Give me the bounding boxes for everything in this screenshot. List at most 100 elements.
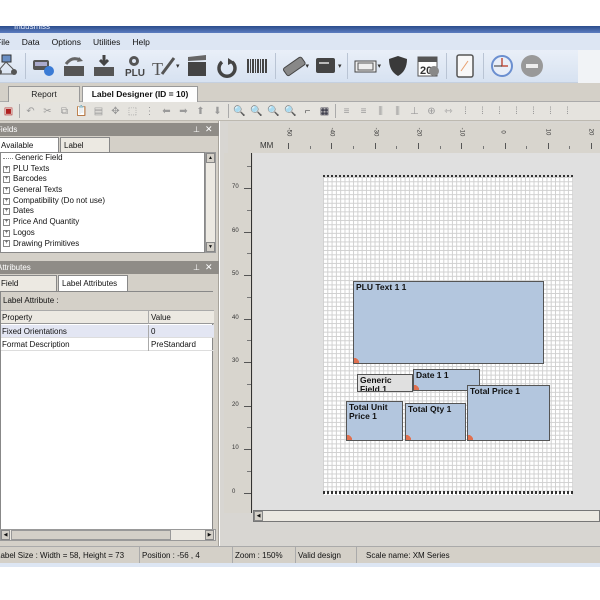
order-front-icon[interactable]: ⁞ <box>561 105 574 118</box>
resize-handle-icon[interactable] <box>347 434 353 440</box>
plu-gear-icon[interactable]: PLU <box>121 53 147 79</box>
total-unit-price-field[interactable]: Total Unit Price 1 <box>346 401 403 441</box>
total-price-field[interactable]: Total Price 1 <box>467 385 550 441</box>
resize-handle-icon[interactable] <box>406 434 412 440</box>
scale-connect-icon[interactable] <box>31 53 57 79</box>
zoom-menu-icon[interactable]: 🔍 <box>284 105 297 118</box>
resize-handle-icon[interactable] <box>468 434 474 440</box>
table-row[interactable]: Fixed Orientations 0 <box>1 325 214 338</box>
align-top-icon[interactable]: ⫼ <box>374 105 387 118</box>
distribute-vertical-icon[interactable]: ⁞ <box>510 105 523 118</box>
scroll-thumb[interactable] <box>11 530 171 540</box>
tree-item-drawing-primitives[interactable]: + Drawing Primitives <box>1 239 204 250</box>
minus-circle-icon[interactable] <box>519 53 545 79</box>
tab-report-centre[interactable]: Report Centre <box>8 86 80 114</box>
tree-item-dates[interactable]: + Dates <box>1 206 204 217</box>
plu-text-field[interactable]: PLU Text 1 1 <box>353 281 544 364</box>
tree-item-general-texts[interactable]: + General Texts <box>1 185 204 196</box>
same-width-icon[interactable]: ⇿ <box>442 105 455 118</box>
space-vertical-icon[interactable]: ⁞ <box>476 105 489 118</box>
align-icon[interactable]: ⋮ <box>143 105 156 118</box>
close-icon[interactable]: ✕ <box>205 123 213 136</box>
expand-icon[interactable]: + <box>3 218 10 226</box>
pin-icon[interactable]: ⊥ <box>193 123 200 136</box>
download-icon[interactable] <box>91 53 117 79</box>
scroll-left-icon[interactable]: ◀ <box>1 530 10 540</box>
scroll-left-icon[interactable]: ◀ <box>254 511 263 521</box>
order-icon[interactable]: ⁞ <box>527 105 540 118</box>
expand-icon[interactable]: + <box>3 240 10 248</box>
total-qty-field[interactable]: Total Qty 1 <box>405 403 466 441</box>
menu-file[interactable]: File <box>0 37 10 47</box>
expand-icon[interactable]: + <box>3 229 10 237</box>
send-to-scale-icon[interactable] <box>61 53 87 79</box>
arrow-right-icon[interactable]: ➡ <box>177 105 190 118</box>
menu-utilities[interactable]: Utilities <box>93 37 120 47</box>
arrow-left-icon[interactable]: ⬅ <box>160 105 173 118</box>
canvas-hscrollbar[interactable]: ◀ <box>253 510 600 522</box>
expand-icon[interactable]: + <box>3 165 10 173</box>
generic-field[interactable]: Generic Field 1 <box>357 374 413 392</box>
tab-field-attributes[interactable]: Field Attributes <box>0 275 57 303</box>
close-icon[interactable]: ✕ <box>205 261 213 274</box>
attributes-hscrollbar[interactable]: ◀ ▶ <box>0 529 216 541</box>
message-dropdown-icon[interactable]: ▾ <box>338 62 342 70</box>
fit-icon[interactable]: ⬚ <box>126 105 139 118</box>
calendar-icon[interactable]: 20 <box>415 53 441 79</box>
tree-item-price-and-quantity[interactable]: + Price And Quantity <box>1 217 204 228</box>
banknote-dropdown-icon[interactable]: ▾ <box>378 62 382 70</box>
scroll-right-icon[interactable]: ▶ <box>205 530 214 540</box>
expand-icon[interactable]: + <box>3 197 10 205</box>
tab-label-attributes[interactable]: Label Attributes <box>58 275 128 291</box>
paste-icon[interactable]: 📋 <box>75 105 88 118</box>
tree-item-plu-texts[interactable]: + PLU Texts <box>1 164 204 175</box>
banknote-icon[interactable] <box>353 53 379 79</box>
clock-icon[interactable] <box>489 53 515 79</box>
align-left-icon[interactable]: ≡ <box>340 105 353 118</box>
tree-item-barcodes[interactable]: + Barcodes <box>1 174 204 185</box>
menu-help[interactable]: Help <box>132 37 149 47</box>
keyboard-icon[interactable] <box>281 53 307 79</box>
tab-label-designer[interactable]: Label Designer (ID = 10) <box>82 86 198 102</box>
menu-options[interactable]: Options <box>52 37 81 47</box>
scroll-up-icon[interactable]: ▲ <box>206 153 215 163</box>
center-vertical-icon[interactable]: ⊕ <box>425 105 438 118</box>
copy-icon[interactable]: ⧉ <box>58 105 71 118</box>
distribute-icon[interactable]: ⁞ <box>493 105 506 118</box>
expand-icon[interactable]: + <box>3 176 10 184</box>
snap-icon[interactable]: ⌐ <box>301 105 314 118</box>
property-value[interactable]: PreStandard <box>151 338 214 351</box>
tab-available-fields[interactable]: Available Fields <box>0 137 59 165</box>
resize-handle-icon[interactable] <box>354 357 360 363</box>
tree-item-compatibility[interactable]: + Compatibility (Do not use) <box>1 196 204 207</box>
message-icon[interactable] <box>313 53 339 79</box>
text-edit-icon[interactable]: T <box>151 53 177 79</box>
arrow-up-icon[interactable]: ⬆ <box>194 105 207 118</box>
network-icon[interactable] <box>0 53 20 79</box>
center-horizontal-icon[interactable]: ⊥ <box>408 105 421 118</box>
text-edit-dropdown-icon[interactable]: ▾ <box>176 62 180 70</box>
tree-item-generic-field[interactable]: Generic Field <box>1 153 204 164</box>
align-right-icon[interactable]: ≡ <box>357 105 370 118</box>
align-bottom-icon[interactable]: ⫼ <box>391 105 404 118</box>
grid-icon[interactable]: ▦ <box>318 105 331 118</box>
move-icon[interactable]: ✥ <box>109 105 122 118</box>
expand-icon[interactable]: + <box>3 208 10 216</box>
save-icon[interactable]: ▣ <box>2 105 15 118</box>
design-canvas[interactable]: PLU Text 1 1 Generic Field 1 Date 1 1 To… <box>253 153 600 510</box>
zoom-reset-icon[interactable]: 🔍 <box>233 105 246 118</box>
pin-icon[interactable]: ⊥ <box>193 261 200 274</box>
table-row[interactable]: Format Description PreStandard <box>1 338 214 351</box>
cut-icon[interactable]: ✂ <box>41 105 54 118</box>
tab-label-fields[interactable]: Label Fields <box>60 137 110 165</box>
arrow-down-icon[interactable]: ⬇ <box>211 105 224 118</box>
fields-tree-scrollbar[interactable]: ▲ ▼ <box>205 152 216 253</box>
order-back-icon[interactable]: ⁞ <box>544 105 557 118</box>
zoom-out-icon[interactable]: 🔍 <box>267 105 280 118</box>
report-icon[interactable] <box>452 53 478 79</box>
property-value[interactable]: 0 <box>151 325 214 338</box>
undo-icon[interactable]: ↶ <box>24 105 37 118</box>
properties-icon[interactable]: ▤ <box>92 105 105 118</box>
shield-icon[interactable] <box>385 53 411 79</box>
zoom-in-icon[interactable]: 🔍 <box>250 105 263 118</box>
